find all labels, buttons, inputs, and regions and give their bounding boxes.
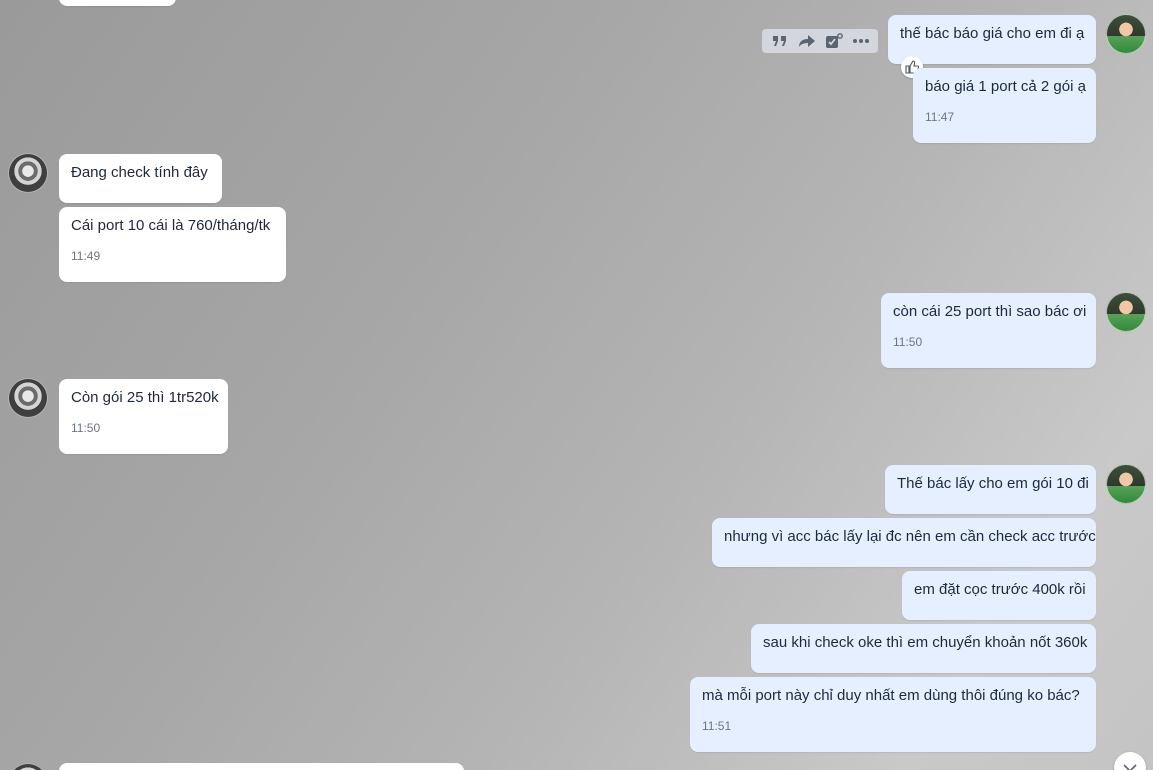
message-text: còn cái 25 port thì sao bác ơi xyxy=(893,303,1087,320)
message-bubble-outgoing[interactable]: báo giá 1 port cả 2 gói ạ 11:47 xyxy=(913,68,1096,143)
peer-avatar[interactable] xyxy=(8,153,48,193)
message-bubble-outgoing[interactable]: Thế bác lấy cho em gói 10 đi xyxy=(885,465,1096,514)
message-time: 11:51 xyxy=(702,719,732,733)
my-avatar[interactable] xyxy=(1106,14,1146,54)
message-text: Còn gói 25 thì 1tr520k xyxy=(71,389,219,406)
message-bubble-outgoing[interactable]: còn cái 25 port thì sao bác ơi 11:50 xyxy=(881,293,1096,368)
message-bubble-incoming[interactable]: Cái port 10 cái là 760/tháng/tk 11:49 xyxy=(59,207,286,282)
message-time: 11:49 xyxy=(71,249,101,263)
message-time: 11:50 xyxy=(893,335,923,349)
message-bubble-outgoing[interactable]: mà mỗi port này chỉ duy nhất em dùng thô… xyxy=(690,677,1096,752)
message-text: sau khi check oke thì em chuyển khoản nố… xyxy=(763,634,1088,651)
scroll-to-bottom-button[interactable] xyxy=(1114,752,1146,770)
message-bubble-incoming[interactable]: Còn gói 25 thì 1tr520k 11:50 xyxy=(59,379,228,454)
peer-avatar[interactable] xyxy=(8,378,48,418)
message-action-toolbar xyxy=(762,29,878,53)
message-time: 11:47 xyxy=(925,110,955,124)
my-avatar[interactable] xyxy=(1106,464,1146,504)
message-bubble-incoming[interactable]: Đang check tính đây xyxy=(59,154,222,203)
message-bubble-partial-top[interactable] xyxy=(59,0,176,6)
task-icon[interactable] xyxy=(824,31,844,51)
more-icon[interactable] xyxy=(851,31,871,51)
message-text: nhưng vì acc bác lấy lại đc nên em cần c… xyxy=(724,528,1096,545)
peer-avatar[interactable] xyxy=(8,763,48,770)
message-bubble-outgoing[interactable]: sau khi check oke thì em chuyển khoản nố… xyxy=(751,624,1096,673)
message-text: Thế bác lấy cho em gói 10 đi xyxy=(897,475,1089,492)
quote-icon[interactable] xyxy=(770,31,790,51)
message-bubble-outgoing[interactable]: thế bác báo giá cho em đi ạ xyxy=(888,15,1096,64)
message-bubble-outgoing[interactable]: nhưng vì acc bác lấy lại đc nên em cần c… xyxy=(712,518,1096,567)
my-avatar[interactable] xyxy=(1106,292,1146,332)
message-time: 11:50 xyxy=(71,421,101,435)
message-text: báo giá 1 port cả 2 gói ạ xyxy=(925,78,1086,95)
message-text: Cái port 10 cái là 760/tháng/tk xyxy=(71,217,271,234)
message-bubble-partial-bottom[interactable] xyxy=(59,763,464,770)
message-bubble-outgoing[interactable]: em đặt cọc trước 400k rồi xyxy=(902,571,1096,620)
chevron-down-icon xyxy=(1123,760,1137,770)
message-text: mà mỗi port này chỉ duy nhất em dùng thô… xyxy=(702,687,1080,704)
message-text: thế bác báo giá cho em đi ạ xyxy=(900,25,1085,42)
message-text: Đang check tính đây xyxy=(71,164,208,181)
message-text: em đặt cọc trước 400k rồi xyxy=(914,581,1086,598)
forward-icon[interactable] xyxy=(797,31,817,51)
